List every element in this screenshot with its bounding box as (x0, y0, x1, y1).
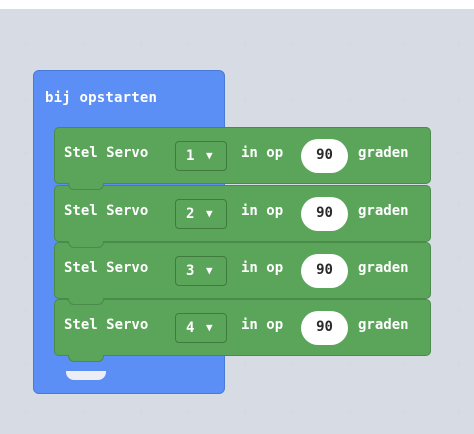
angle-value: 90 (316, 205, 333, 221)
block-connector (68, 183, 104, 190)
caret-down-icon: ▼ (206, 264, 213, 277)
servo-number: 1 (186, 148, 195, 164)
graden-label: graden (358, 317, 409, 333)
grid-plus-mark (242, 96, 249, 103)
servo-dropdown[interactable]: 1 ▼ (175, 141, 227, 171)
grid-plus-mark (22, 41, 29, 48)
grid-plus-mark (22, 360, 29, 367)
grid-plus-mark (400, 41, 407, 48)
grid-plus-mark (347, 96, 354, 103)
angle-input[interactable]: 90 (301, 197, 348, 231)
servo-dropdown[interactable]: 3 ▼ (175, 256, 227, 286)
grid-plus-mark (22, 409, 29, 416)
block-connector (68, 355, 104, 362)
angle-value: 90 (316, 262, 333, 278)
caret-down-icon: ▼ (206, 321, 213, 334)
angle-input[interactable]: 90 (301, 254, 348, 288)
grid-plus-mark (455, 409, 462, 416)
grid-plus-mark (242, 409, 249, 416)
grid-plus-mark (22, 96, 29, 103)
grid-plus-mark (455, 41, 462, 48)
grid-plus-mark (22, 149, 29, 156)
grid-plus-mark (80, 409, 87, 416)
grid-plus-mark (289, 409, 296, 416)
grid-plus-mark (185, 41, 192, 48)
servo-number: 3 (186, 263, 195, 279)
grid-plus-mark (455, 360, 462, 367)
caret-down-icon: ▼ (206, 207, 213, 220)
set-servo-label: Stel Servo (64, 317, 149, 333)
grid-plus-mark (289, 41, 296, 48)
set-servo-block-3[interactable]: Stel Servo 3 ▼ in op 90 graden (54, 242, 431, 305)
grid-plus-mark (455, 307, 462, 314)
grid-plus-mark (138, 409, 145, 416)
grid-plus-mark (400, 96, 407, 103)
graden-label: graden (358, 260, 409, 276)
grid-plus-mark (242, 41, 249, 48)
block-connector (68, 241, 104, 248)
servo-dropdown[interactable]: 4 ▼ (175, 313, 227, 343)
grid-plus-mark (347, 360, 354, 367)
set-servo-label: Stel Servo (64, 260, 149, 276)
grid-plus-mark (455, 96, 462, 103)
grid-plus-mark (22, 307, 29, 314)
grid-plus-mark (347, 41, 354, 48)
block-connector (68, 298, 104, 305)
grid-plus-mark (400, 409, 407, 416)
angle-input[interactable]: 90 (301, 311, 348, 345)
grid-plus-mark (80, 41, 87, 48)
in-op-label: in op (241, 203, 284, 219)
grid-plus-mark (400, 360, 407, 367)
grid-plus-mark (138, 41, 145, 48)
on-start-label: bij opstarten (45, 90, 158, 106)
on-start-bottom-notch (66, 371, 106, 380)
in-op-label: in op (241, 317, 284, 333)
set-servo-block-4[interactable]: Stel Servo 4 ▼ in op 90 graden (54, 299, 431, 362)
servo-number: 4 (186, 320, 195, 336)
grid-plus-mark (347, 409, 354, 416)
servo-dropdown[interactable]: 2 ▼ (175, 199, 227, 229)
set-servo-block-1[interactable]: Stel Servo 1 ▼ in op 90 graden (54, 127, 431, 190)
set-servo-label: Stel Servo (64, 145, 149, 161)
angle-value: 90 (316, 319, 333, 335)
grid-plus-mark (455, 149, 462, 156)
set-servo-label: Stel Servo (64, 203, 149, 219)
grid-plus-mark (289, 96, 296, 103)
servo-number: 2 (186, 206, 195, 222)
grid-plus-mark (289, 360, 296, 367)
grid-plus-mark (22, 254, 29, 261)
angle-input[interactable]: 90 (301, 139, 348, 173)
graden-label: graden (358, 203, 409, 219)
caret-down-icon: ▼ (206, 149, 213, 162)
grid-plus-mark (455, 254, 462, 261)
grid-plus-mark (455, 201, 462, 208)
graden-label: graden (358, 145, 409, 161)
angle-value: 90 (316, 147, 333, 163)
set-servo-block-2[interactable]: Stel Servo 2 ▼ in op 90 graden (54, 185, 431, 248)
grid-plus-mark (22, 201, 29, 208)
in-op-label: in op (241, 145, 284, 161)
grid-plus-mark (242, 360, 249, 367)
grid-plus-mark (185, 409, 192, 416)
in-op-label: in op (241, 260, 284, 276)
